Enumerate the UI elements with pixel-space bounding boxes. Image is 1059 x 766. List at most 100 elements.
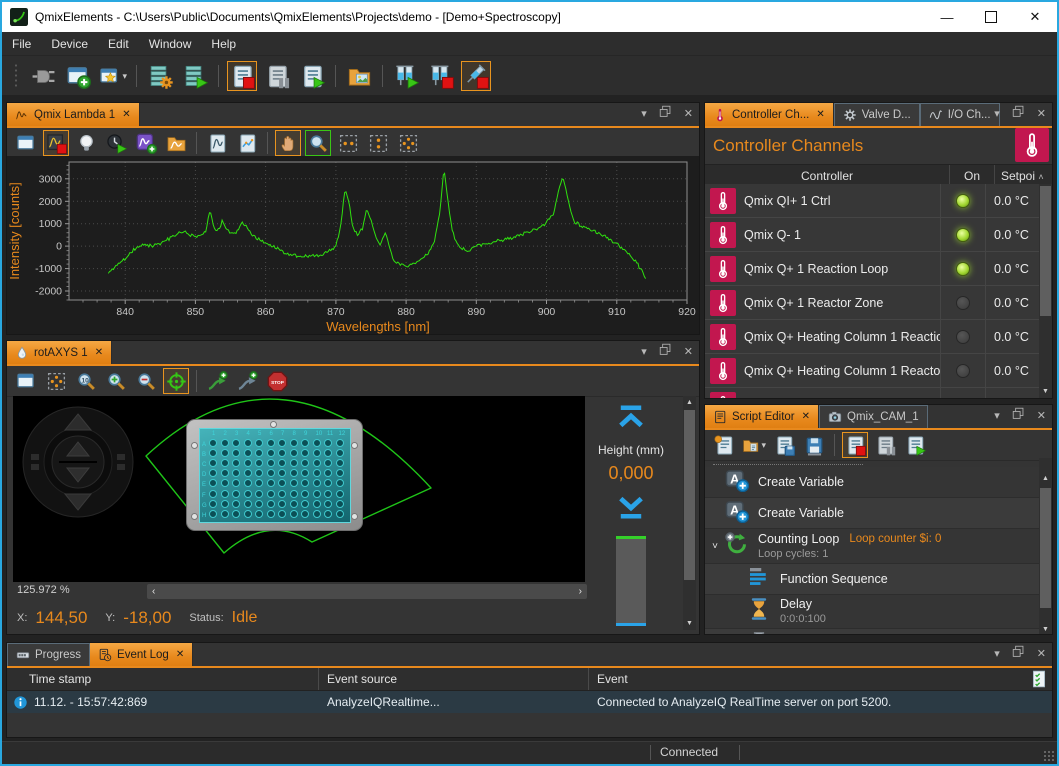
- favorites-window-button[interactable]: ▾: [98, 61, 128, 91]
- well-A4[interactable]: [244, 439, 252, 447]
- tab-i-o-ch[interactable]: I/O Ch...: [920, 103, 1000, 126]
- well-F8[interactable]: [290, 490, 298, 498]
- well-H7[interactable]: [278, 510, 286, 518]
- script-pause-button[interactable]: [262, 61, 292, 91]
- well-B8[interactable]: [290, 449, 298, 457]
- well-F4[interactable]: [244, 490, 252, 498]
- panel-close-button[interactable]: ✕: [1037, 107, 1046, 120]
- well-A9[interactable]: [301, 439, 309, 447]
- well-G2[interactable]: [221, 500, 229, 508]
- well-E4[interactable]: [244, 479, 252, 487]
- zoom-100-button[interactable]: 10: [73, 368, 99, 394]
- zoom-in-button[interactable]: [103, 368, 129, 394]
- well-F12[interactable]: [336, 490, 344, 498]
- disconnect-button[interactable]: [28, 61, 58, 91]
- well-G4[interactable]: [244, 500, 252, 508]
- well-A2[interactable]: [221, 439, 229, 447]
- controller-row[interactable]: Qmix Q+ Heating Column 1 Reactor Zone0.0…: [705, 354, 1039, 388]
- setpoint-cell[interactable]: 0.0 °C: [985, 388, 1039, 398]
- stop-sign-button[interactable]: STOP: [264, 368, 290, 394]
- tab-controller-ch[interactable]: Controller Ch...✕: [705, 103, 834, 126]
- well-H5[interactable]: [255, 510, 263, 518]
- well-G1[interactable]: [209, 500, 217, 508]
- expand-chevron-icon[interactable]: ˅: [705, 541, 725, 552]
- acquire-stop-button[interactable]: [43, 130, 69, 156]
- setpoint-cell[interactable]: 0.0 °C: [985, 354, 1039, 387]
- toolbar-grip[interactable]: [14, 63, 19, 89]
- panel-float-button[interactable]: [1012, 105, 1025, 121]
- script-item-counting-loop[interactable]: ˅Counting LoopLoop cycles: 1Loop counter…: [705, 529, 1039, 564]
- well-A3[interactable]: [232, 439, 240, 447]
- setpoint-cell[interactable]: 0.0 °C: [985, 320, 1039, 353]
- syringes-stop-button[interactable]: [426, 61, 456, 91]
- menu-item-window[interactable]: Window: [139, 34, 202, 54]
- panel-view-button[interactable]: [13, 130, 39, 156]
- well-C4[interactable]: [244, 459, 252, 467]
- on-cell[interactable]: [940, 252, 985, 285]
- well-E11[interactable]: [324, 479, 332, 487]
- well-H10[interactable]: [313, 510, 321, 518]
- zoom-vertical-button[interactable]: [365, 130, 391, 156]
- menu-item-file[interactable]: File: [2, 34, 41, 54]
- script-item-create-variable[interactable]: ACreate Variable: [705, 498, 1039, 529]
- well-D10[interactable]: [313, 469, 321, 477]
- well-B1[interactable]: [209, 449, 217, 457]
- tab-progress[interactable]: Progress: [7, 643, 90, 666]
- spectrum-add-button[interactable]: [133, 130, 159, 156]
- well-C10[interactable]: [313, 459, 321, 467]
- well-D6[interactable]: [267, 469, 275, 477]
- controller-row[interactable]: Qmix Q- 10.0 °C: [705, 218, 1039, 252]
- well-E12[interactable]: [336, 479, 344, 487]
- tab-script-editor[interactable]: Script Editor✕: [705, 405, 819, 428]
- column-event[interactable]: Event: [589, 668, 1052, 690]
- controller-row[interactable]: Qmix TC 1 Ctrl 10.0 °C: [705, 388, 1039, 398]
- well-F6[interactable]: [267, 490, 275, 498]
- panel-menu-button[interactable]: ▾: [994, 647, 1000, 660]
- move-path-button[interactable]: [204, 368, 230, 394]
- well-H2[interactable]: [221, 510, 229, 518]
- well-A10[interactable]: [313, 439, 321, 447]
- controller-row[interactable]: Qmix Q+ Heating Column 1 Reaction Loop0.…: [705, 320, 1039, 354]
- on-cell[interactable]: [940, 354, 985, 387]
- panel-float-button[interactable]: [659, 105, 672, 121]
- well-D3[interactable]: [232, 469, 240, 477]
- target-button[interactable]: [163, 368, 189, 394]
- zoom-extents-button[interactable]: [43, 368, 69, 394]
- well-A1[interactable]: [209, 439, 217, 447]
- spectrum-chart[interactable]: 840850860870880890900910920-2000-1000010…: [7, 156, 699, 334]
- well-G6[interactable]: [267, 500, 275, 508]
- well-F11[interactable]: [324, 490, 332, 498]
- panel-close-button[interactable]: ✕: [684, 345, 693, 358]
- well-C1[interactable]: [209, 459, 217, 467]
- add-window-button[interactable]: [63, 61, 93, 91]
- well-A8[interactable]: [290, 439, 298, 447]
- process-run-button[interactable]: [180, 61, 210, 91]
- on-cell[interactable]: [940, 388, 985, 398]
- well-B5[interactable]: [255, 449, 263, 457]
- open-script-button[interactable]: ▾: [741, 432, 767, 458]
- panel-menu-button[interactable]: ▾: [994, 409, 1000, 422]
- tab-valve-d[interactable]: Valve D...: [834, 103, 920, 126]
- well-H6[interactable]: [267, 510, 275, 518]
- pan-button[interactable]: [275, 130, 301, 156]
- dropdown-caret-icon[interactable]: ▾: [122, 71, 127, 82]
- well-G9[interactable]: [301, 500, 309, 508]
- well-D4[interactable]: [244, 469, 252, 477]
- well-A5[interactable]: [255, 439, 263, 447]
- well-C8[interactable]: [290, 459, 298, 467]
- led-off-indicator[interactable]: [956, 364, 970, 378]
- menu-item-edit[interactable]: Edit: [98, 34, 139, 54]
- well-A7[interactable]: [278, 439, 286, 447]
- well-F10[interactable]: [313, 490, 321, 498]
- well-G7[interactable]: [278, 500, 286, 508]
- well-F3[interactable]: [232, 490, 240, 498]
- autoscroll-icon[interactable]: [1030, 670, 1048, 688]
- event-row[interactable]: 11.12. - 15:57:42:869AnalyzeIQRealtime..…: [7, 691, 1052, 713]
- led-off-indicator[interactable]: [956, 330, 970, 344]
- tab-close-icon[interactable]: ✕: [802, 411, 810, 422]
- tab-close-icon[interactable]: ✕: [95, 347, 103, 358]
- maximize-button[interactable]: [969, 2, 1013, 32]
- tab-close-icon[interactable]: ✕: [816, 109, 824, 120]
- image-folder-button[interactable]: [344, 61, 374, 91]
- well-F9[interactable]: [301, 490, 309, 498]
